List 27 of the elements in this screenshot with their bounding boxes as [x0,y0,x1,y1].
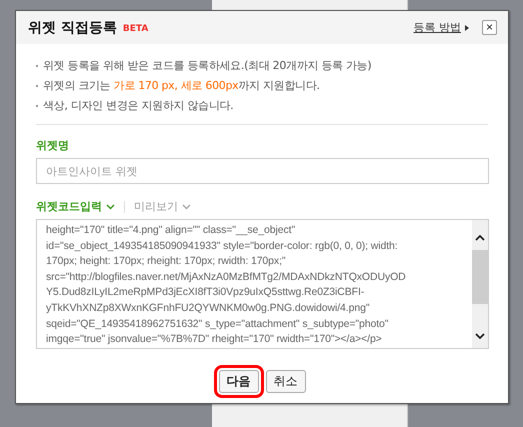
cancel-button[interactable]: 취소 [266,370,306,393]
code-line: height="170" title="4.png" align="" class="__se_object" [46,223,296,238]
scroll-thumb[interactable] [472,250,488,304]
code-line: Y5.Dud8zILyIL2meRpMPd3jEcXI8fT3i0Vpz9uIxQ5sttwg.Re0Z3iCBFI- [46,285,366,300]
beta-label: BETA [122,24,148,34]
code-line: yTkKVhXNZp8XWxnKGFnhFU2QYWNKM0w0g.PNG.dowidowi/4.png" [46,300,370,316]
scrollbar[interactable] [472,220,488,348]
widget-name-field[interactable]: 아트인사이트 위젯 [36,158,489,184]
note-text: 색상, 디자인 변경은 지원하지 않습니다. [43,98,234,113]
code-line: 170px; height: 170px; rheight: 170px; rwidth: 170px;" [46,254,287,270]
note-text: 위젯 등록을 위해 받은 코드를 등록하세요.(최대 20개까지 등록 가능) [43,58,372,73]
code-line: src="http://blogfiles.naver.net/MjAxNzA0MzBfMTg2/MDAxNDkzNTQxODUyOD [46,270,407,285]
close-button[interactable]: × [482,20,497,35]
code-line: imgqe="true" jsonvalue="%7B%7D" rheight="170" rwidth="170"></a></p> [46,332,383,348]
field-label: 위젯명 [36,138,70,153]
chevron-down-icon [182,204,191,210]
code-line: sqeid="QE_14935418962751632" s_type="attachment" s_subtype="photo" [46,316,390,332]
chevron-down-icon [106,204,115,210]
scroll-down-icon[interactable] [475,333,485,340]
code-line: id="se_object_149354185090941933" style="border-color: rgb(0, 0, 0); width: [46,238,399,254]
code-tab[interactable]: 위젯코드입력 [36,199,102,214]
scroll-up-icon[interactable] [475,234,485,241]
help-link[interactable]: 등록 방법 [414,20,461,35]
caret-icon [465,24,469,30]
code-textarea[interactable] [36,219,489,349]
dialog-title: 위젯 직접등록 [28,18,117,36]
note-text: 위젯의 크기는 가로 170 px, 세로 600px까지 지원합니다. [43,78,320,93]
